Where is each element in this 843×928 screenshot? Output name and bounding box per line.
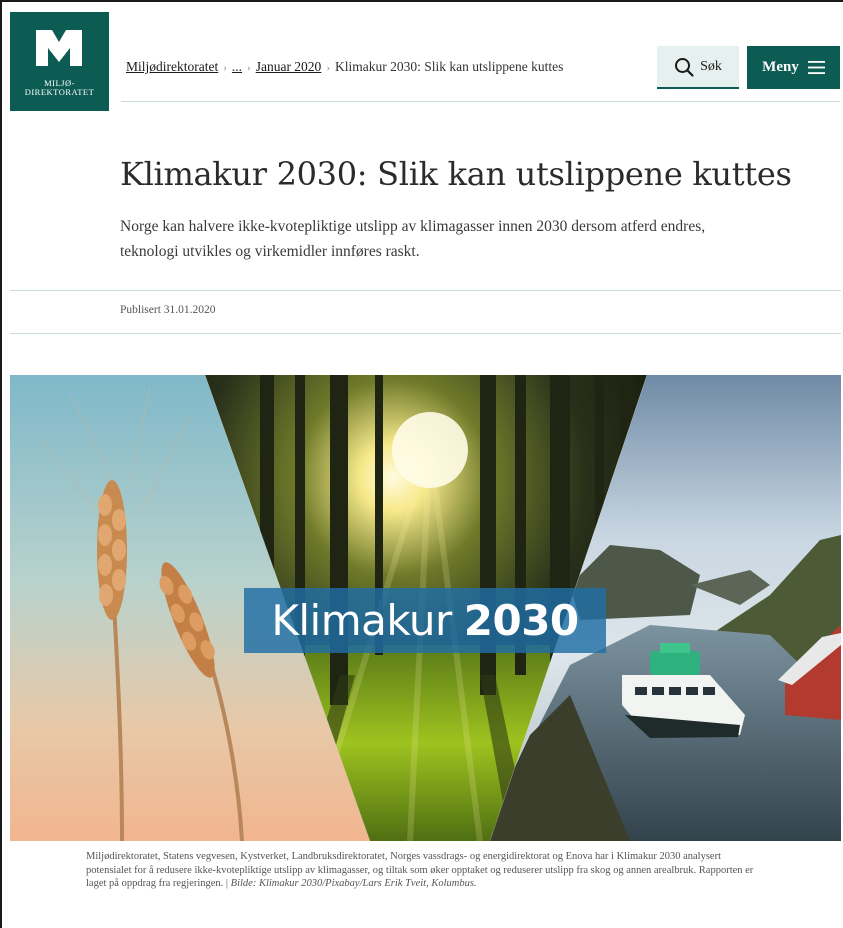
- hero-banner-light: Klimakur: [271, 596, 452, 645]
- search-label: Søk: [700, 58, 722, 74]
- logo-mark-icon: [36, 30, 82, 66]
- breadcrumb-separator: ›: [326, 62, 330, 74]
- breadcrumb-separator: ›: [223, 62, 227, 74]
- page-title: Klimakur 2030: Slik kan utslippene kutte…: [120, 155, 792, 193]
- caption-credit: Bilde: Klimakur 2030/Pixabay/Lars Erik T…: [230, 878, 477, 889]
- logo-text-line2: DIREKTORATET: [24, 87, 95, 97]
- site-logo[interactable]: MILJØ- DIREKTORATET: [10, 12, 109, 111]
- hero-title-banner: Klimakur 2030: [244, 588, 606, 653]
- breadcrumb: Miljødirektoratet ›... › Januar 2020 › Klimak…: [126, 59, 563, 75]
- article-lede: Norge kan halvere ikke-kvotepliktige uts…: [120, 218, 706, 260]
- meta-divider: [10, 333, 841, 334]
- hamburger-icon: [807, 61, 825, 74]
- hero-image: Klimakur 2030: [10, 375, 841, 841]
- breadcrumb-link-month[interactable]: Januar 2020: [256, 59, 322, 74]
- lede-divider: [10, 290, 841, 291]
- image-caption: Miljødirektoratet, Statens vegvesen, Kys…: [86, 850, 766, 891]
- search-icon: [675, 57, 694, 77]
- breadcrumb-link-home[interactable]: Miljødirektoratet: [126, 59, 218, 74]
- search-button[interactable]: Søk: [657, 46, 739, 89]
- breadcrumb-link-ellipsis[interactable]: ...: [232, 59, 242, 74]
- hero-banner-bold: 2030: [463, 596, 579, 645]
- published-date: Publisert 31.01.2020: [120, 304, 216, 316]
- menu-label: Meny: [762, 59, 799, 75]
- breadcrumb-current: Klimakur 2030: Slik kan utslippene kutte…: [334, 59, 564, 74]
- breadcrumb-separator: ›: [247, 62, 251, 74]
- menu-button[interactable]: Meny: [747, 46, 840, 89]
- header-divider: [121, 101, 840, 102]
